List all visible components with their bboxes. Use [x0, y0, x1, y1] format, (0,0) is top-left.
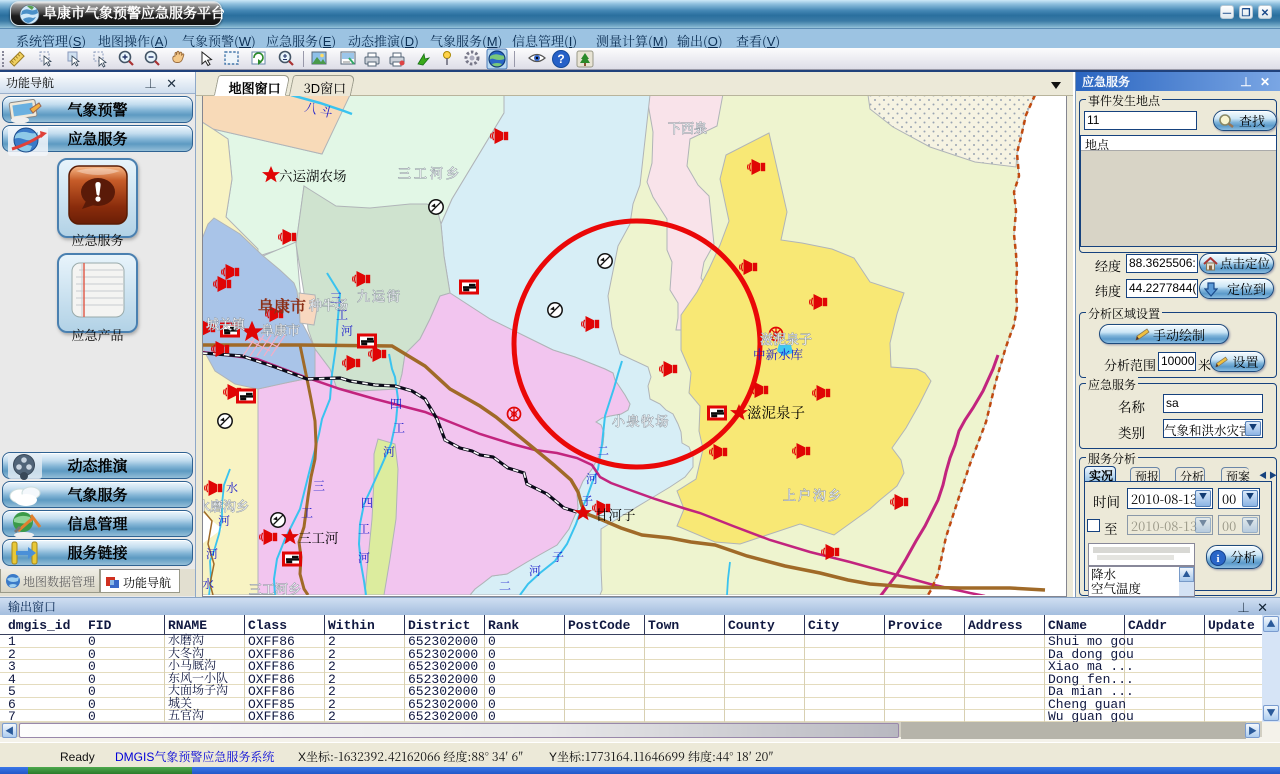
svg-text:水: 水 — [203, 575, 214, 592]
svg-text:九运街: 九运街 — [357, 286, 402, 305]
svg-text:河: 河 — [218, 512, 230, 529]
svg-text:河: 河 — [341, 322, 353, 339]
svg-text:二: 二 — [499, 577, 511, 594]
svg-text:阜康市: 阜康市 — [258, 294, 306, 317]
svg-text:中新水库: 中新水库 — [753, 345, 804, 363]
svg-text:工: 工 — [336, 306, 348, 323]
svg-text:下西泉: 下西泉 — [668, 118, 707, 137]
svg-text:子: 子 — [581, 492, 593, 509]
svg-text:i: i — [1216, 553, 1219, 565]
svg-text:工: 工 — [393, 419, 405, 436]
svg-text:小泉牧场: 小泉牧场 — [612, 411, 670, 430]
svg-text:工: 工 — [301, 504, 313, 521]
svg-text:三工河乡: 三工河乡 — [249, 579, 301, 595]
svg-text:甘河子: 甘河子 — [595, 504, 636, 524]
svg-text:三工河: 三工河 — [298, 527, 339, 547]
svg-text:三: 三 — [313, 477, 325, 494]
svg-text:河: 河 — [529, 562, 541, 579]
svg-text:河: 河 — [383, 443, 395, 460]
svg-text:工: 工 — [358, 520, 370, 537]
svg-text:上户沟乡: 上户沟乡 — [783, 485, 843, 504]
svg-text:三工河乡: 三工河乡 — [398, 163, 462, 182]
svg-text:四: 四 — [361, 494, 373, 511]
svg-text:滋泥泉子: 滋泥泉子 — [747, 402, 805, 423]
svg-text:?: ? — [557, 52, 564, 66]
svg-text:二: 二 — [597, 442, 609, 459]
svg-text:河: 河 — [206, 545, 218, 562]
svg-text:四: 四 — [390, 395, 402, 412]
svg-text:河: 河 — [358, 549, 370, 566]
svg-text:三: 三 — [330, 289, 342, 306]
svg-text:城关镇: 城关镇 — [206, 314, 246, 333]
svg-text:水: 水 — [226, 479, 238, 496]
svg-text:六运湖农场: 六运湖农场 — [279, 165, 347, 185]
svg-text:河: 河 — [586, 470, 598, 487]
svg-text:阜康市: 阜康市 — [261, 320, 300, 339]
svg-text:子: 子 — [552, 548, 564, 565]
